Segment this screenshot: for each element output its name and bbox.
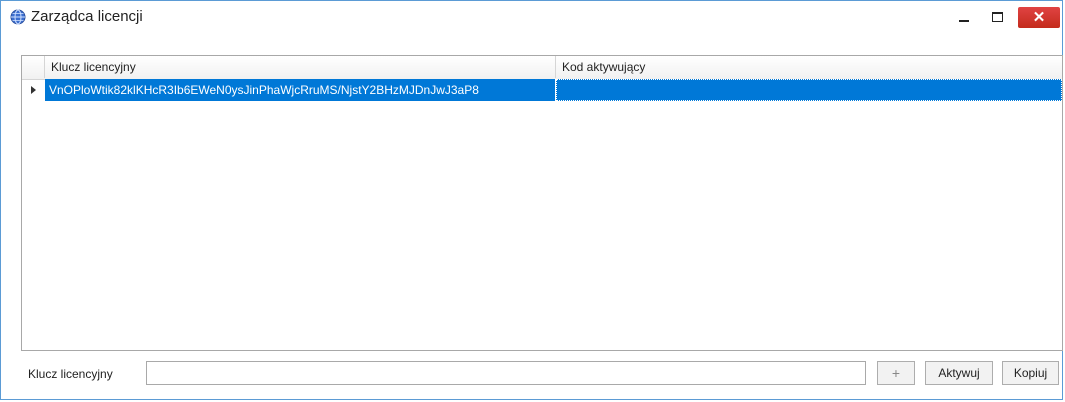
license-key-input[interactable] <box>146 361 866 385</box>
globe-icon <box>10 9 26 25</box>
close-button[interactable]: ✕ <box>1018 7 1060 28</box>
table-row[interactable]: VnOPloWtik82klKHcR3Ib6EWeN0ysJinPhaWjcRr… <box>22 79 1062 101</box>
add-button[interactable]: + <box>877 361 915 385</box>
column-header-activation-code[interactable]: Kod aktywujący <box>556 56 1062 78</box>
minimize-icon <box>959 20 969 22</box>
footer-bar: Klucz licencyjny + Aktywuj Kopiuj <box>1 355 1062 395</box>
window-title: Zarządca licencji <box>31 8 143 25</box>
title-bar[interactable]: Zarządca licencji ✕ <box>1 1 1062 35</box>
minimize-button[interactable] <box>949 4 979 30</box>
maximize-button[interactable] <box>982 4 1012 30</box>
activate-button[interactable]: Aktywuj <box>925 361 993 385</box>
row-header-corner <box>22 56 45 78</box>
maximize-icon <box>991 12 1003 22</box>
license-grid[interactable]: Klucz licencyjny Kod aktywujący VnOPloWt… <box>21 55 1063 351</box>
license-manager-window: Zarządca licencji ✕ Klucz licencyjny Kod… <box>0 0 1063 400</box>
row-header[interactable] <box>22 79 46 101</box>
copy-button[interactable]: Kopiuj <box>1002 361 1059 385</box>
grid-header: Klucz licencyjny Kod aktywujący <box>22 56 1062 80</box>
activation-code-cell[interactable] <box>556 79 1062 101</box>
license-key-label: Klucz licencyjny <box>28 367 113 381</box>
current-row-arrow-icon <box>31 86 36 94</box>
column-header-license-key[interactable]: Klucz licencyjny <box>45 56 556 78</box>
license-key-cell[interactable]: VnOPloWtik82klKHcR3Ib6EWeN0ysJinPhaWjcRr… <box>45 79 556 101</box>
close-icon: ✕ <box>1032 9 1046 26</box>
